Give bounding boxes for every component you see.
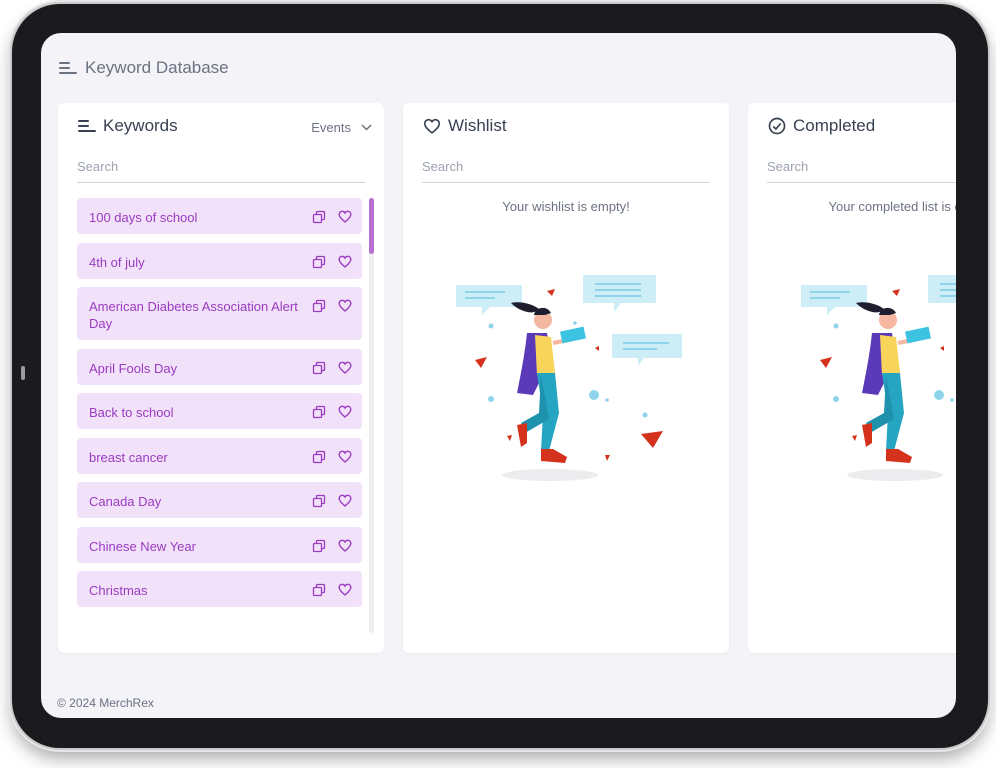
keyword-item[interactable]: April Fools Day — [77, 348, 362, 385]
completed-search-input[interactable] — [767, 159, 956, 174]
heart-icon[interactable] — [338, 255, 352, 269]
category-filter-dropdown[interactable]: Events — [311, 117, 372, 137]
keyword-actions — [312, 299, 352, 313]
wishlist-search-input[interactable] — [422, 159, 710, 174]
keyword-label: Christmas — [89, 583, 148, 598]
keyword-list-scrollbar[interactable] — [369, 198, 374, 633]
heart-icon[interactable] — [338, 539, 352, 553]
keyword-label: Canada Day — [89, 494, 162, 509]
copy-icon[interactable] — [312, 450, 326, 464]
heart-icon[interactable] — [338, 583, 352, 597]
copy-icon[interactable] — [312, 361, 326, 375]
heart-icon[interactable] — [338, 299, 352, 313]
heart-icon[interactable] — [338, 210, 352, 224]
keyword-label: breast cancer — [89, 449, 168, 465]
copy-icon[interactable] — [312, 405, 326, 419]
keywords-search — [77, 151, 365, 183]
keyword-label: 4th of july — [89, 254, 145, 270]
keyword-list[interactable]: 100 days of school 4th of july American Di… — [77, 198, 362, 633]
keywords-card: Keywords Events 100 days of school 4th of… — [58, 103, 384, 653]
keyword-actions — [312, 361, 352, 375]
copy-icon[interactable] — [312, 494, 326, 508]
copy-icon[interactable] — [312, 583, 326, 597]
menu-lines-icon — [78, 120, 96, 132]
chevron-down-icon — [361, 123, 372, 131]
completed-card: Completed Your completed list is empty! — [748, 103, 956, 653]
filter-selected-value: Events — [311, 119, 351, 135]
keyword-actions — [312, 494, 352, 508]
page-header: Keyword Database — [59, 57, 229, 79]
wishlist-empty-message: Your wishlist is empty! — [502, 199, 630, 214]
keywords-card-header: Keywords — [78, 115, 178, 137]
keyword-label: 100 days of school — [89, 210, 198, 225]
keyword-actions — [312, 405, 352, 419]
heart-icon[interactable] — [338, 450, 352, 464]
scrollbar-thumb[interactable] — [369, 198, 374, 254]
empty-state-illustration — [800, 243, 956, 488]
keyword-item[interactable]: American Diabetes Association Alert Day — [77, 287, 362, 340]
heart-icon[interactable] — [338, 405, 352, 419]
copy-icon[interactable] — [312, 299, 326, 313]
wishlist-search — [422, 151, 710, 183]
keyword-item[interactable]: 4th of july — [77, 242, 362, 279]
keyword-item[interactable]: Christmas — [77, 571, 362, 607]
keyword-label: Chinese New Year — [89, 538, 196, 554]
keyword-item[interactable]: 100 days of school — [77, 198, 362, 234]
keywords-search-input[interactable] — [77, 159, 365, 174]
keyword-item[interactable]: breast cancer — [77, 437, 362, 474]
completed-search — [767, 151, 956, 183]
keywords-title: Keywords — [103, 116, 178, 135]
keyword-actions — [312, 539, 352, 553]
heart-icon — [423, 118, 441, 134]
heart-icon[interactable] — [338, 361, 352, 375]
wishlist-card-header: Wishlist — [423, 115, 507, 137]
keyword-actions — [312, 450, 352, 464]
keyword-item[interactable]: Chinese New Year — [77, 526, 362, 563]
copy-icon[interactable] — [312, 539, 326, 553]
keyword-actions — [312, 255, 352, 269]
keyword-actions — [312, 210, 352, 224]
completed-empty-message: Your completed list is empty! — [828, 199, 957, 214]
wishlist-card: Wishlist Your wishlist is empty! — [403, 103, 729, 653]
completed-title: Completed — [793, 116, 876, 135]
device-side-button — [21, 366, 25, 380]
keyword-label: April Fools Day — [89, 360, 178, 376]
copy-icon[interactable] — [312, 210, 326, 224]
menu-lines-icon — [59, 62, 77, 74]
page-title: Keyword Database — [85, 58, 229, 77]
completed-card-header: Completed — [768, 115, 875, 137]
keyword-item[interactable]: Back to school — [77, 393, 362, 429]
keyword-label: Back to school — [89, 405, 174, 420]
empty-state-illustration — [455, 243, 690, 488]
wishlist-title: Wishlist — [448, 116, 507, 135]
footer-copyright: © 2024 MerchRex — [57, 696, 154, 710]
keyword-actions — [312, 583, 352, 597]
app-screen: Keyword Database Keywords Events 100 day… — [41, 33, 956, 718]
keyword-item[interactable]: Canada Day — [77, 482, 362, 518]
keyword-label: American Diabetes Association Alert Day — [89, 299, 298, 331]
heart-icon[interactable] — [338, 494, 352, 508]
check-circle-icon — [768, 117, 786, 135]
copy-icon[interactable] — [312, 255, 326, 269]
